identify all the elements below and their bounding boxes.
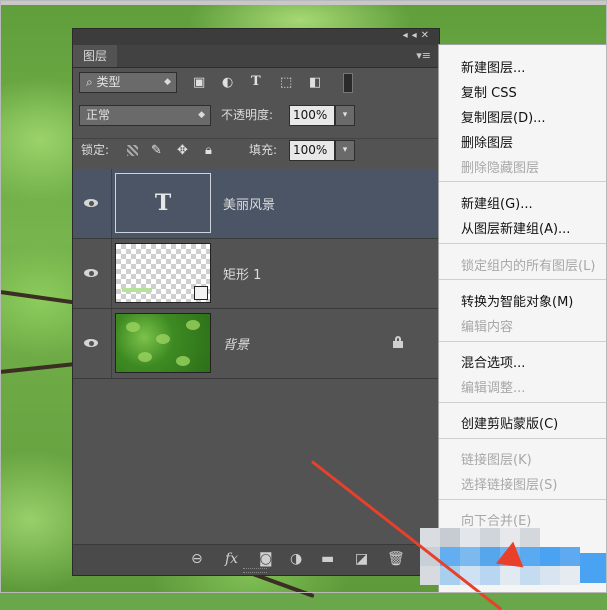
text-filter-icon[interactable]: T	[251, 74, 261, 90]
panel-tab-row: 图层 ▾≡	[73, 45, 439, 68]
menu-item-select-linked-layers[interactable]: 选择链接图层(S)	[461, 474, 557, 493]
shape-layer-badge-icon	[194, 286, 208, 300]
mask-icon[interactable]: ◙	[259, 551, 273, 567]
fill-label: 填充:	[249, 143, 278, 157]
tab-layers[interactable]: 图层	[73, 45, 117, 67]
menu-item-merge-down[interactable]: 向下合并(E)	[461, 510, 531, 529]
menu-item-group-from-layers[interactable]: 从图层新建组(A)...	[461, 218, 570, 237]
lock-label: 锁定:	[81, 143, 110, 157]
filter-kind-label: 类型	[96, 75, 121, 89]
fill-dropdown-arrow[interactable]: ▾	[335, 140, 355, 161]
close-icon[interactable]: ✕	[421, 30, 433, 41]
new-layer-icon[interactable]: ◪	[355, 551, 368, 567]
panel-bottom-toolbar: ⊖ fx ◙ ◑ ▬ ◪ 🗑︎	[73, 544, 439, 575]
layers-context-menu: 新建图层... 复制 CSS 复制图层(D)... 删除图层 删除隐藏图层 新建…	[438, 44, 607, 593]
layer-row-text[interactable]: T 美丽风景	[73, 169, 439, 239]
menu-item-link-layers[interactable]: 链接图层(K)	[461, 449, 532, 468]
text-layer-glyph: T	[154, 190, 172, 216]
link-icon[interactable]: ⊖	[191, 551, 203, 567]
updown-icon: ◆	[198, 110, 205, 120]
filter-kind-select[interactable]: ⌕ 类型 ◆	[79, 72, 177, 93]
layer-name[interactable]: 背景	[223, 334, 249, 353]
resize-grip[interactable]	[243, 568, 267, 573]
menu-item-blending-options[interactable]: 混合选项...	[461, 352, 525, 371]
shape-layer-thumbnail	[115, 243, 211, 303]
menu-item-create-clipping-mask[interactable]: 创建剪贴蒙版(C)	[461, 413, 558, 432]
fill-input[interactable]: 100%	[289, 140, 335, 161]
layer-row-shape[interactable]: 矩形 1	[73, 239, 439, 309]
layer-list: T 美丽风景 矩形 1 背景	[73, 169, 439, 379]
blend-mode-select[interactable]: 正常 ◆	[79, 105, 211, 126]
layers-panel: ◂◂✕ 图层 ▾≡ ⌕ 类型 ◆ ▣ ◐ T ⬚ ◧ 正常 ◆ 不透明度: 10…	[72, 28, 440, 576]
filter-row: ⌕ 类型 ◆ ▣ ◐ T ⬚ ◧	[73, 71, 439, 95]
search-icon: ⌕	[86, 75, 97, 89]
menu-item-delete-hidden-layers[interactable]: 删除隐藏图层	[461, 157, 539, 176]
background-layer-thumbnail	[115, 313, 211, 373]
lock-icon	[393, 336, 403, 348]
menu-item-delete-layer[interactable]: 删除图层	[461, 132, 513, 151]
layer-name[interactable]: 矩形 1	[223, 264, 261, 283]
adjustment-icon[interactable]: ◑	[290, 551, 302, 567]
lock-all-icon[interactable]: 🔒︎	[205, 143, 212, 159]
trash-icon[interactable]: 🗑︎	[387, 551, 405, 567]
visibility-eye-icon[interactable]	[83, 337, 101, 349]
lock-position-icon[interactable]: ✥	[177, 143, 188, 159]
layer-row-background[interactable]: 背景	[73, 309, 439, 379]
shape-filter-icon[interactable]: ⬚	[280, 75, 292, 91]
fx-icon[interactable]: fx	[225, 551, 238, 567]
menu-item-duplicate-layer[interactable]: 复制图层(D)...	[461, 107, 546, 126]
menu-item-copy-css[interactable]: 复制 CSS	[461, 82, 517, 101]
image-filter-icon[interactable]: ▣	[193, 75, 205, 91]
lock-row: 锁定: ✎ ✥ 🔒︎ 填充: 100% ▾	[73, 138, 439, 163]
layer-name[interactable]: 美丽风景	[223, 194, 275, 213]
menu-item-new-group[interactable]: 新建组(G)...	[461, 193, 533, 212]
updown-icon: ◆	[164, 77, 171, 87]
menu-item-new-layer[interactable]: 新建图层...	[461, 57, 525, 76]
adjustment-filter-icon[interactable]: ◐	[222, 75, 233, 91]
folder-icon[interactable]: ▬	[321, 551, 334, 567]
menu-item-edit-contents[interactable]: 编辑内容	[461, 316, 513, 335]
opacity-dropdown-arrow[interactable]: ▾	[335, 105, 355, 126]
menu-item-lock-all-in-group[interactable]: 锁定组内的所有图层(L)	[461, 255, 595, 274]
filter-toggle[interactable]	[343, 73, 353, 93]
visibility-eye-icon[interactable]	[83, 267, 101, 279]
panel-title-bar[interactable]: ◂◂✕	[73, 29, 439, 45]
window-top-edge	[0, 0, 607, 5]
menu-item-edit-adjustment[interactable]: 编辑调整...	[461, 377, 525, 396]
collapse-icon[interactable]: ◂◂	[403, 30, 421, 41]
panel-menu-icon[interactable]: ▾≡	[416, 49, 431, 62]
lock-transparency-icon[interactable]	[127, 145, 138, 156]
blend-row: 正常 ◆ 不透明度: 100% ▾	[73, 105, 439, 129]
opacity-label: 不透明度:	[221, 108, 274, 122]
lock-brush-icon[interactable]: ✎	[151, 143, 162, 159]
text-layer-thumbnail: T	[115, 173, 211, 233]
blend-mode-value: 正常	[86, 108, 111, 122]
visibility-eye-icon[interactable]	[83, 197, 101, 209]
smart-object-filter-icon[interactable]: ◧	[309, 75, 321, 91]
opacity-input[interactable]: 100%	[289, 105, 335, 126]
menu-item-convert-smart-object[interactable]: 转换为智能对象(M)	[461, 291, 573, 310]
